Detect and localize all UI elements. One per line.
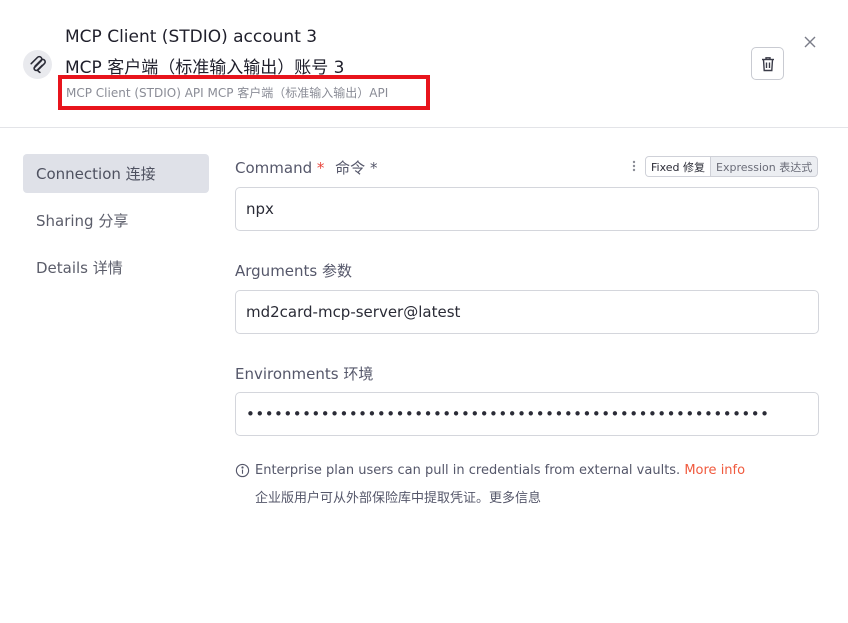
mcp-logo-icon [23, 50, 52, 79]
sidebar-item-sharing[interactable]: Sharing 分享 [23, 201, 209, 240]
sidebar-item-label: Connection 连接 [36, 165, 156, 183]
mode-expression-button[interactable]: Expression 表达式 [711, 157, 817, 176]
arguments-input[interactable]: md2card-mcp-server@latest [235, 290, 819, 334]
close-button[interactable] [800, 32, 820, 52]
subtitle-highlight: MCP Client (STDIO) API MCP 客户端（标准输入输出）AP… [58, 75, 430, 110]
command-value: npx [246, 200, 274, 218]
command-input[interactable]: npx [235, 187, 819, 231]
arguments-label: Arguments 参数 [235, 262, 353, 280]
delete-button[interactable] [751, 47, 784, 80]
sidebar-item-label: Sharing 分享 [36, 212, 129, 230]
info-icon [235, 463, 250, 478]
sidebar-item-connection[interactable]: Connection 连接 [23, 154, 209, 193]
more-info-link[interactable]: More info [684, 463, 745, 478]
vault-info-zh: 企业版用户可从外部保险库中提取凭证。更多信息 [255, 491, 542, 506]
sidebar-item-label: Details 详情 [36, 259, 123, 277]
required-mark: * [316, 159, 325, 177]
mode-toggle: Fixed 修复 Expression 表达式 [645, 156, 819, 177]
vertical-dots-icon [632, 160, 636, 172]
close-icon [804, 36, 816, 48]
modal-header: MCP Client (STDIO) account 3 MCP 客户端（标准输… [0, 0, 848, 128]
sidebar-item-details[interactable]: Details 详情 [23, 248, 209, 287]
environments-value: ••••••••••••••••••••••••••••••••••••••••… [246, 405, 770, 423]
command-label-zh: 命令 * [335, 159, 378, 177]
environments-label: Environments 环境 [235, 365, 374, 383]
vault-info-en: Enterprise plan users can pull in creden… [255, 463, 685, 478]
credential-modal: MCP Client (STDIO) account 3 MCP 客户端（标准输… [0, 0, 848, 623]
modal-title-en: MCP Client (STDIO) account 3 [65, 27, 318, 47]
vault-info-text: Enterprise plan users can pull in creden… [255, 463, 745, 478]
arguments-value: md2card-mcp-server@latest [246, 303, 461, 321]
modal-subtitle: MCP Client (STDIO) API MCP 客户端（标准输入输出）AP… [66, 86, 389, 100]
command-label: Command * 命令 * [235, 157, 377, 178]
trash-icon [761, 56, 774, 71]
field-options-menu[interactable] [630, 158, 638, 174]
environments-input[interactable]: ••••••••••••••••••••••••••••••••••••••••… [235, 392, 819, 436]
command-label-text: Command [235, 159, 313, 177]
mode-fixed-button[interactable]: Fixed 修复 [646, 157, 712, 176]
